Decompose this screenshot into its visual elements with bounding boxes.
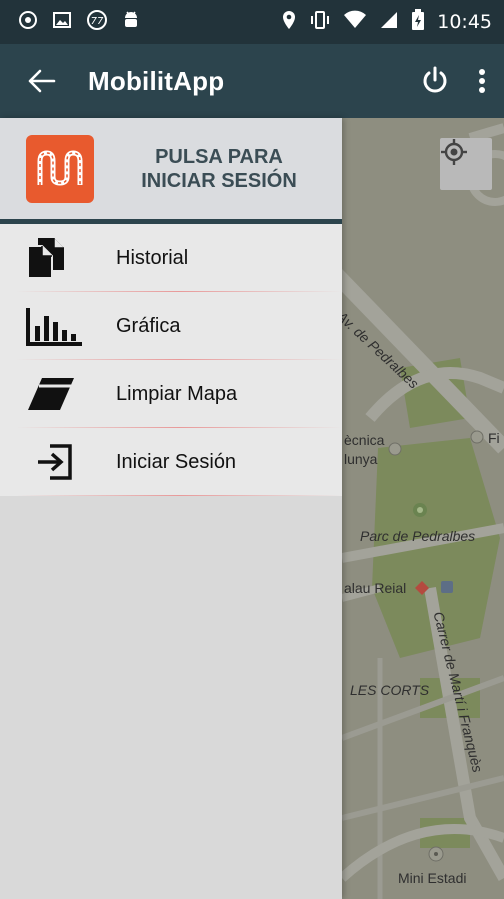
menu-label-grafica: Gráfica (116, 314, 181, 337)
menu-label-historial: Historial (116, 246, 189, 269)
menu-item-limpiar-mapa[interactable]: Limpiar Mapa (0, 360, 342, 428)
battery-icon (411, 8, 425, 36)
status-bar: 77 10:45 (0, 0, 504, 44)
app-bar-actions (420, 66, 486, 96)
drawer-menu: Historial Gráfica Limpiar Mapa Iniciar S… (0, 224, 342, 496)
map-label-palau-reial: alau Reial (344, 580, 407, 596)
menu-item-grafica[interactable]: Gráfica (0, 292, 342, 360)
navigation-drawer: PULSA PARA INICIAR SESIÓN Historial Gráf… (0, 118, 342, 899)
map-label-mini-estadi: Mini Estadi (398, 870, 467, 886)
status-system: 10:45 (281, 8, 492, 36)
menu-label-iniciar-sesion: Iniciar Sesión (116, 450, 237, 473)
app-title: MobilitApp (88, 65, 225, 96)
my-location-button[interactable] (440, 138, 492, 190)
map-label-les-corts: LES CORTS (350, 682, 430, 698)
signal-icon (379, 10, 399, 35)
android-icon (122, 10, 140, 35)
bar-chart-icon (26, 306, 86, 346)
menu-item-historial[interactable]: Historial (0, 224, 342, 292)
login-prompt: PULSA PARA INICIAR SESIÓN (141, 145, 297, 192)
power-icon[interactable] (420, 66, 450, 96)
circle-icon (18, 10, 38, 35)
menu-label-limpiar-mapa: Limpiar Mapa (116, 382, 238, 405)
login-icon (36, 442, 96, 482)
watch-icon: 77 (86, 9, 108, 36)
map-label-fi: Fi (488, 430, 500, 446)
eraser-icon (26, 376, 86, 412)
image-icon (52, 10, 72, 35)
svg-text:77: 77 (91, 16, 104, 27)
map-label-catalunya: lunya (344, 451, 378, 467)
location-icon (281, 10, 297, 35)
documents-icon (26, 236, 86, 280)
status-time: 10:45 (437, 11, 492, 33)
more-vert-icon[interactable] (478, 68, 486, 94)
back-arrow-icon[interactable] (28, 69, 56, 93)
mobilitapp-logo (26, 134, 94, 203)
menu-item-iniciar-sesion[interactable]: Iniciar Sesión (0, 428, 342, 496)
drawer-header[interactable]: PULSA PARA INICIAR SESIÓN (0, 118, 342, 224)
map-label-parc: Parc de Pedralbes (360, 528, 476, 544)
wifi-icon (343, 10, 367, 35)
status-notifications: 77 (18, 9, 140, 36)
map-label-tecnica: ècnica (344, 432, 385, 448)
app-bar: MobilitApp (0, 44, 504, 118)
vibrate-icon (309, 10, 331, 35)
